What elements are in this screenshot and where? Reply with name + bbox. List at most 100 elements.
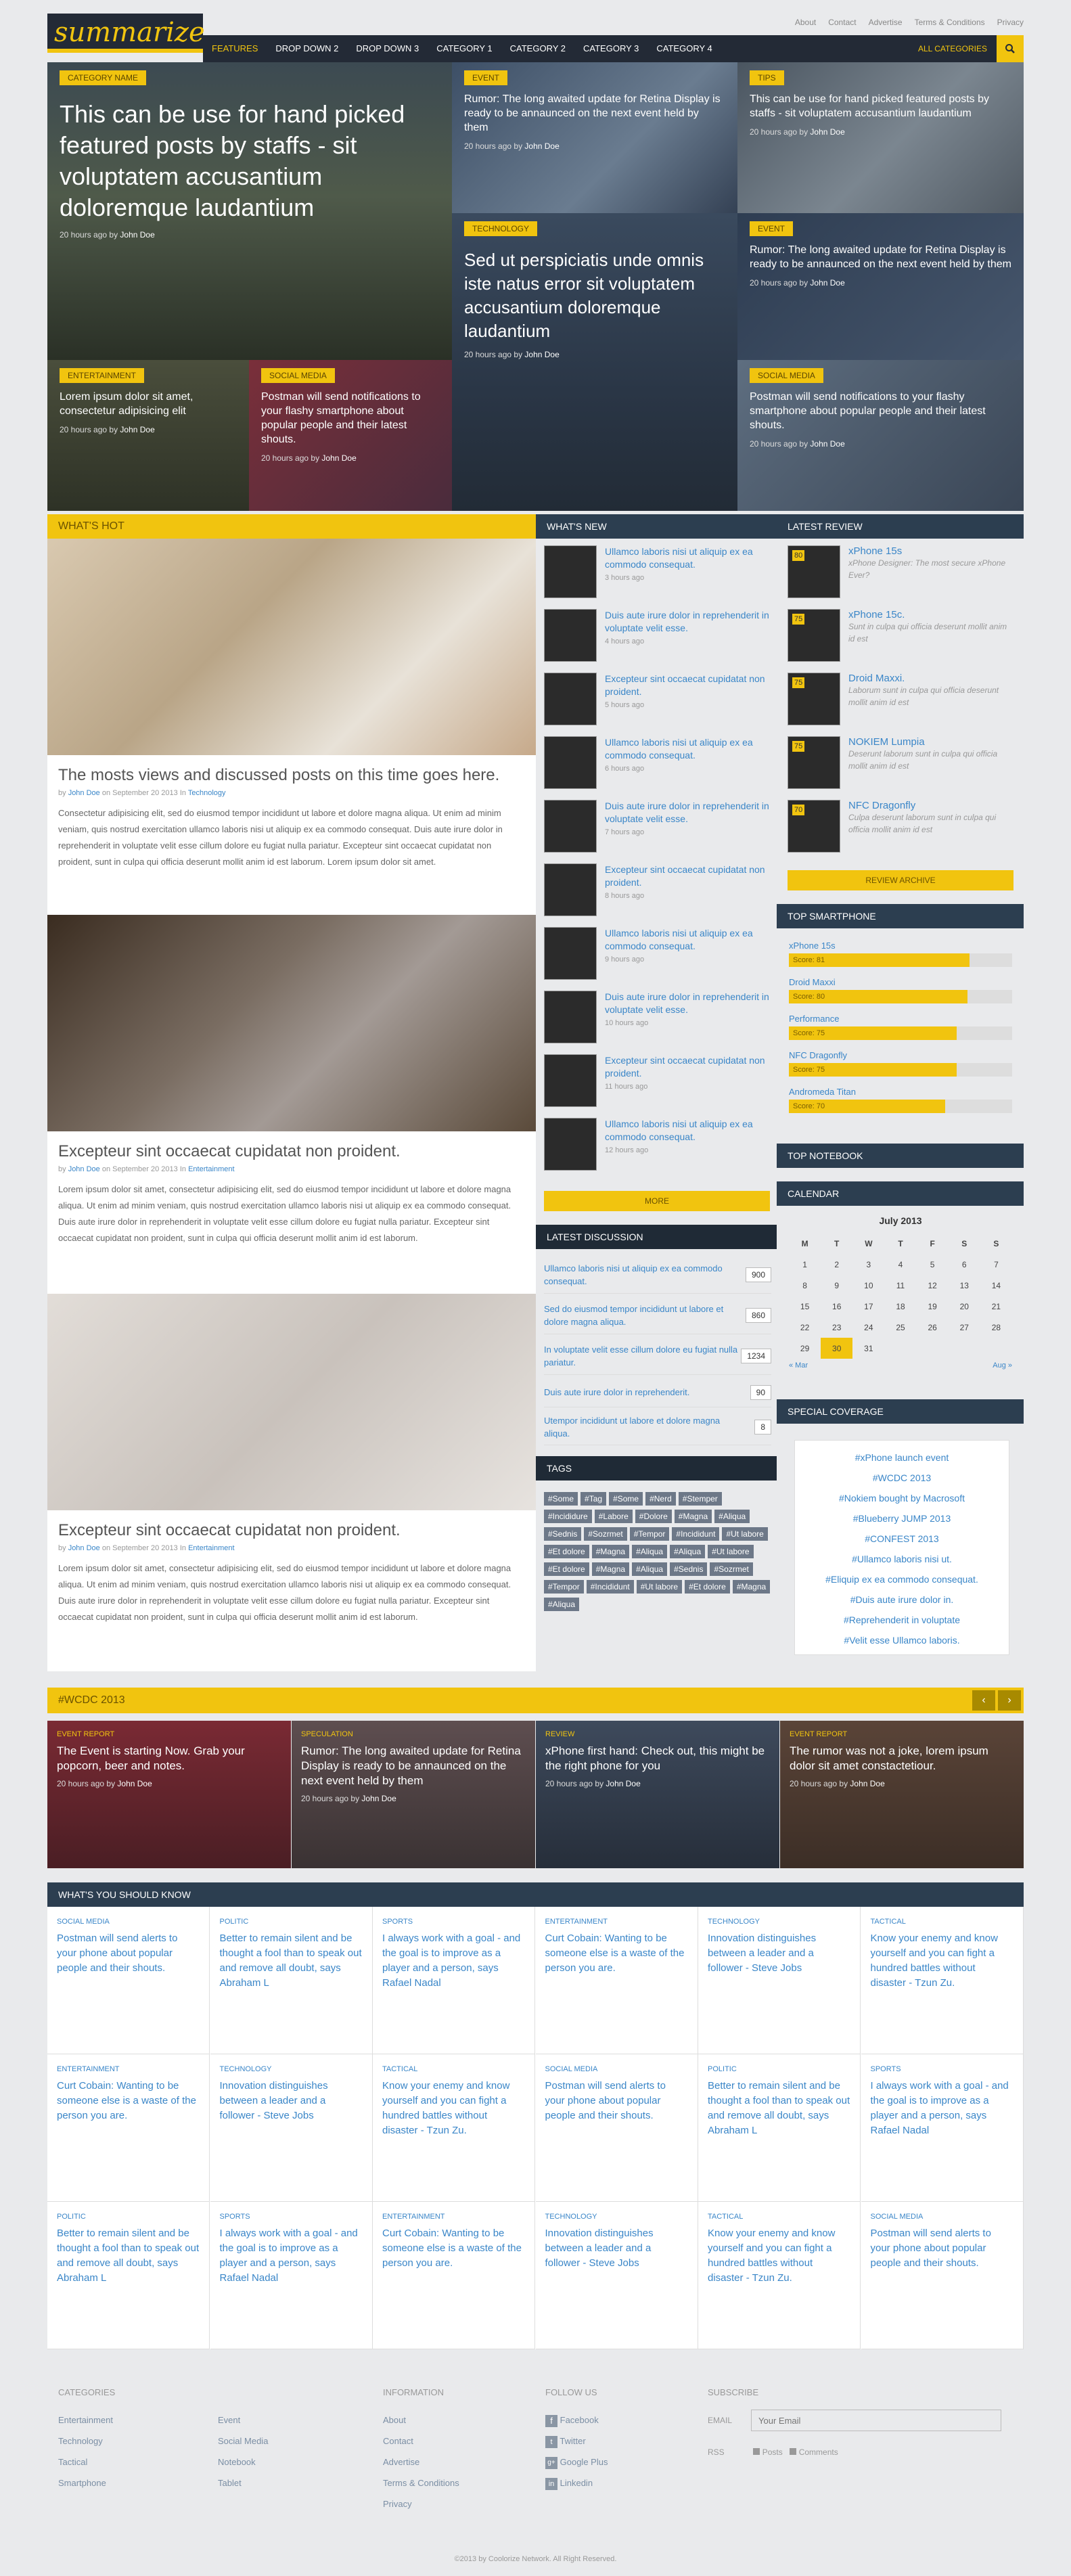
news-item[interactable]: Excepteur sint occaecat cupidatat non pr… [544, 673, 771, 729]
know-item[interactable]: TECHNOLOGY Innovation distinguishes betwe… [535, 2202, 698, 2349]
know-item[interactable]: POLITIC Better to remain silent and be th… [47, 2202, 210, 2349]
calendar-day[interactable]: 18 [884, 1296, 916, 1317]
know-category[interactable]: TACTICAL [871, 1918, 1013, 1926]
coverage-link[interactable]: #Duis aute irure dolor in. [795, 1589, 1009, 1610]
footer-link[interactable]: Contact [383, 2431, 459, 2451]
review-item[interactable]: 75 NOKIEM Lumpia Deserunt laborum sunt in … [788, 736, 1013, 801]
know-title[interactable]: I always work with a goal - and the goal… [220, 2226, 363, 2286]
hero-tile-6[interactable]: SOCIAL MEDIA Postman will send notificat… [249, 360, 452, 511]
know-item[interactable]: TECHNOLOGY Innovation distinguishes betwe… [210, 2054, 373, 2202]
tag-chip[interactable]: #Sozrmet [584, 1527, 627, 1541]
calendar-day[interactable]: 31 [852, 1338, 884, 1359]
hero-tile-6-title[interactable]: Postman will send notifications to your … [261, 390, 440, 447]
know-item[interactable]: TACTICAL Know your enemy and know yoursel… [373, 2054, 535, 2202]
tag-chip[interactable]: #Ut labore [708, 1545, 754, 1558]
calendar-day[interactable]: 26 [917, 1317, 949, 1338]
footer-link[interactable]: Entertainment [58, 2410, 218, 2431]
tag-chip[interactable]: #Dolore [635, 1510, 672, 1523]
hero-main-tag[interactable]: CATEGORY NAME [60, 70, 147, 85]
calendar-day[interactable]: 1 [789, 1254, 821, 1275]
discussion-title[interactable]: Utempor incididunt ut labore et dolore m… [544, 1414, 740, 1440]
calendar-day[interactable]: 5 [917, 1254, 949, 1275]
tag-chip[interactable]: #Some [609, 1492, 643, 1506]
calendar-day[interactable]: 6 [949, 1254, 980, 1275]
calendar-day[interactable]: 10 [852, 1275, 884, 1296]
wcdc-tag[interactable]: EVENT REPORT [790, 1730, 1014, 1738]
hero-tile-5-title[interactable]: Lorem ipsum dolor sit amet, consectetur … [60, 390, 237, 418]
nav-dropdown-2[interactable]: DROP DOWN 2 [267, 35, 347, 62]
calendar-prev-link[interactable]: « Mar [789, 1361, 808, 1370]
discussion-title[interactable]: Duis aute irure dolor in reprehenderit. [544, 1386, 740, 1399]
hero-main-title[interactable]: This can be use for hand picked featured… [60, 99, 440, 223]
tag-chip[interactable]: #Sednis [544, 1527, 582, 1541]
tag-chip[interactable]: #Magna [591, 1545, 630, 1558]
calendar-day[interactable]: 25 [884, 1317, 916, 1338]
wcdc-title[interactable]: The rumor was not a joke, lorem ipsum do… [790, 1744, 1014, 1773]
wcdc-tag[interactable]: REVIEW [545, 1730, 770, 1738]
tag-chip[interactable]: #Sozrmet [710, 1562, 753, 1576]
know-item[interactable]: POLITIC Better to remain silent and be th… [210, 1907, 373, 2054]
tag-chip[interactable]: #Magna [591, 1562, 630, 1576]
hero-tile-1[interactable]: EVENT Rumor: The long awaited update for… [452, 62, 737, 213]
hero-tile-7[interactable]: SOCIAL MEDIA Postman will send notificat… [737, 360, 1024, 511]
nav-category-4[interactable]: CATEGORY 4 [647, 35, 721, 62]
review-title[interactable]: xPhone 15s [848, 545, 1013, 557]
know-item[interactable]: SPORTS I always work with a goal - and th… [861, 2054, 1024, 2202]
score-name[interactable]: Droid Maxxi [789, 977, 1012, 987]
discussion-item[interactable]: Duis aute irure dolor in reprehenderit. 9… [544, 1378, 771, 1407]
hero-tile-4-title[interactable]: Rumor: The long awaited update for Retin… [750, 243, 1011, 271]
footer-link[interactable]: Smartphone [58, 2472, 218, 2493]
tag-chip[interactable]: #Stemper [678, 1492, 722, 1506]
calendar-day[interactable]: 2 [821, 1254, 852, 1275]
hot-post-1-image[interactable] [47, 539, 536, 755]
tag-chip[interactable]: #Sednis [670, 1562, 708, 1576]
calendar-day[interactable]: 13 [949, 1275, 980, 1296]
top-link-advertise[interactable]: Advertise [869, 18, 903, 27]
coverage-link[interactable]: #Nokiem bought by Macrosoft [795, 1488, 1009, 1508]
hero-tile-1-tag[interactable]: EVENT [464, 70, 508, 85]
review-item[interactable]: 75 Droid Maxxi. Laborum sunt in culpa qui … [788, 673, 1013, 738]
hero-tile-2-title[interactable]: This can be use for hand picked featured… [750, 92, 1011, 120]
news-thumb[interactable] [544, 1118, 597, 1171]
review-thumb[interactable]: 75 [788, 673, 840, 725]
tag-chip[interactable]: #Magna [674, 1510, 712, 1523]
know-category[interactable]: POLITIC [57, 2213, 200, 2221]
coverage-link[interactable]: #xPhone launch event [795, 1447, 1009, 1468]
news-thumb[interactable] [544, 545, 597, 598]
site-logo[interactable]: summarize [47, 14, 205, 53]
know-title[interactable]: I always work with a goal - and the goal… [382, 1931, 525, 1991]
news-thumb[interactable] [544, 800, 597, 853]
hot-post-1-title[interactable]: The mosts views and discussed posts on t… [58, 766, 525, 785]
top-link-terms[interactable]: Terms & Conditions [915, 18, 985, 27]
know-title[interactable]: Know your enemy and know yourself and yo… [871, 1931, 1013, 1991]
know-title[interactable]: Better to remain silent and be thought a… [220, 1931, 363, 1991]
calendar-day[interactable]: 23 [821, 1317, 852, 1338]
calendar-day[interactable]: 17 [852, 1296, 884, 1317]
tag-chip[interactable]: #Nerd [645, 1492, 676, 1506]
hero-tile-1-title[interactable]: Rumor: The long awaited update for Retin… [464, 92, 725, 135]
review-thumb[interactable]: 70 [788, 800, 840, 853]
news-thumb[interactable] [544, 609, 597, 662]
know-category[interactable]: POLITIC [708, 2065, 850, 2073]
news-item[interactable]: Ullamco laboris nisi ut aliquip ex ea co… [544, 736, 771, 793]
know-category[interactable]: POLITIC [220, 1918, 363, 1926]
calendar-day[interactable]: 9 [821, 1275, 852, 1296]
news-title[interactable]: Duis aute irure dolor in reprehenderit i… [605, 800, 771, 826]
coverage-link[interactable]: #Blueberry JUMP 2013 [795, 1508, 1009, 1529]
news-thumb[interactable] [544, 863, 597, 916]
hero-tile-3-title[interactable]: Sed ut perspiciatis unde omnis iste natu… [464, 248, 725, 343]
all-categories-link[interactable]: ALL CATEGORIES [909, 44, 997, 53]
know-title[interactable]: Curt Cobain: Wanting to be someone else … [57, 2079, 200, 2123]
calendar-day[interactable]: 20 [949, 1296, 980, 1317]
review-title[interactable]: NFC Dragonfly [848, 800, 1013, 811]
wcdc-item[interactable]: EVENT REPORT The Event is starting Now. G… [47, 1721, 291, 1868]
review-archive-button[interactable]: REVIEW ARCHIVE [788, 870, 1013, 890]
know-title[interactable]: Innovation distinguishes between a leade… [220, 2079, 363, 2123]
know-title[interactable]: Postman will send alerts to your phone a… [57, 1931, 200, 1976]
news-thumb[interactable] [544, 927, 597, 980]
hot-post-3-title[interactable]: Excepteur sint occaecat cupidatat non pr… [58, 1521, 525, 1540]
nav-dropdown-3[interactable]: DROP DOWN 3 [347, 35, 428, 62]
calendar-day[interactable]: 22 [789, 1317, 821, 1338]
know-title[interactable]: Better to remain silent and be thought a… [57, 2226, 200, 2286]
news-thumb[interactable] [544, 673, 597, 725]
